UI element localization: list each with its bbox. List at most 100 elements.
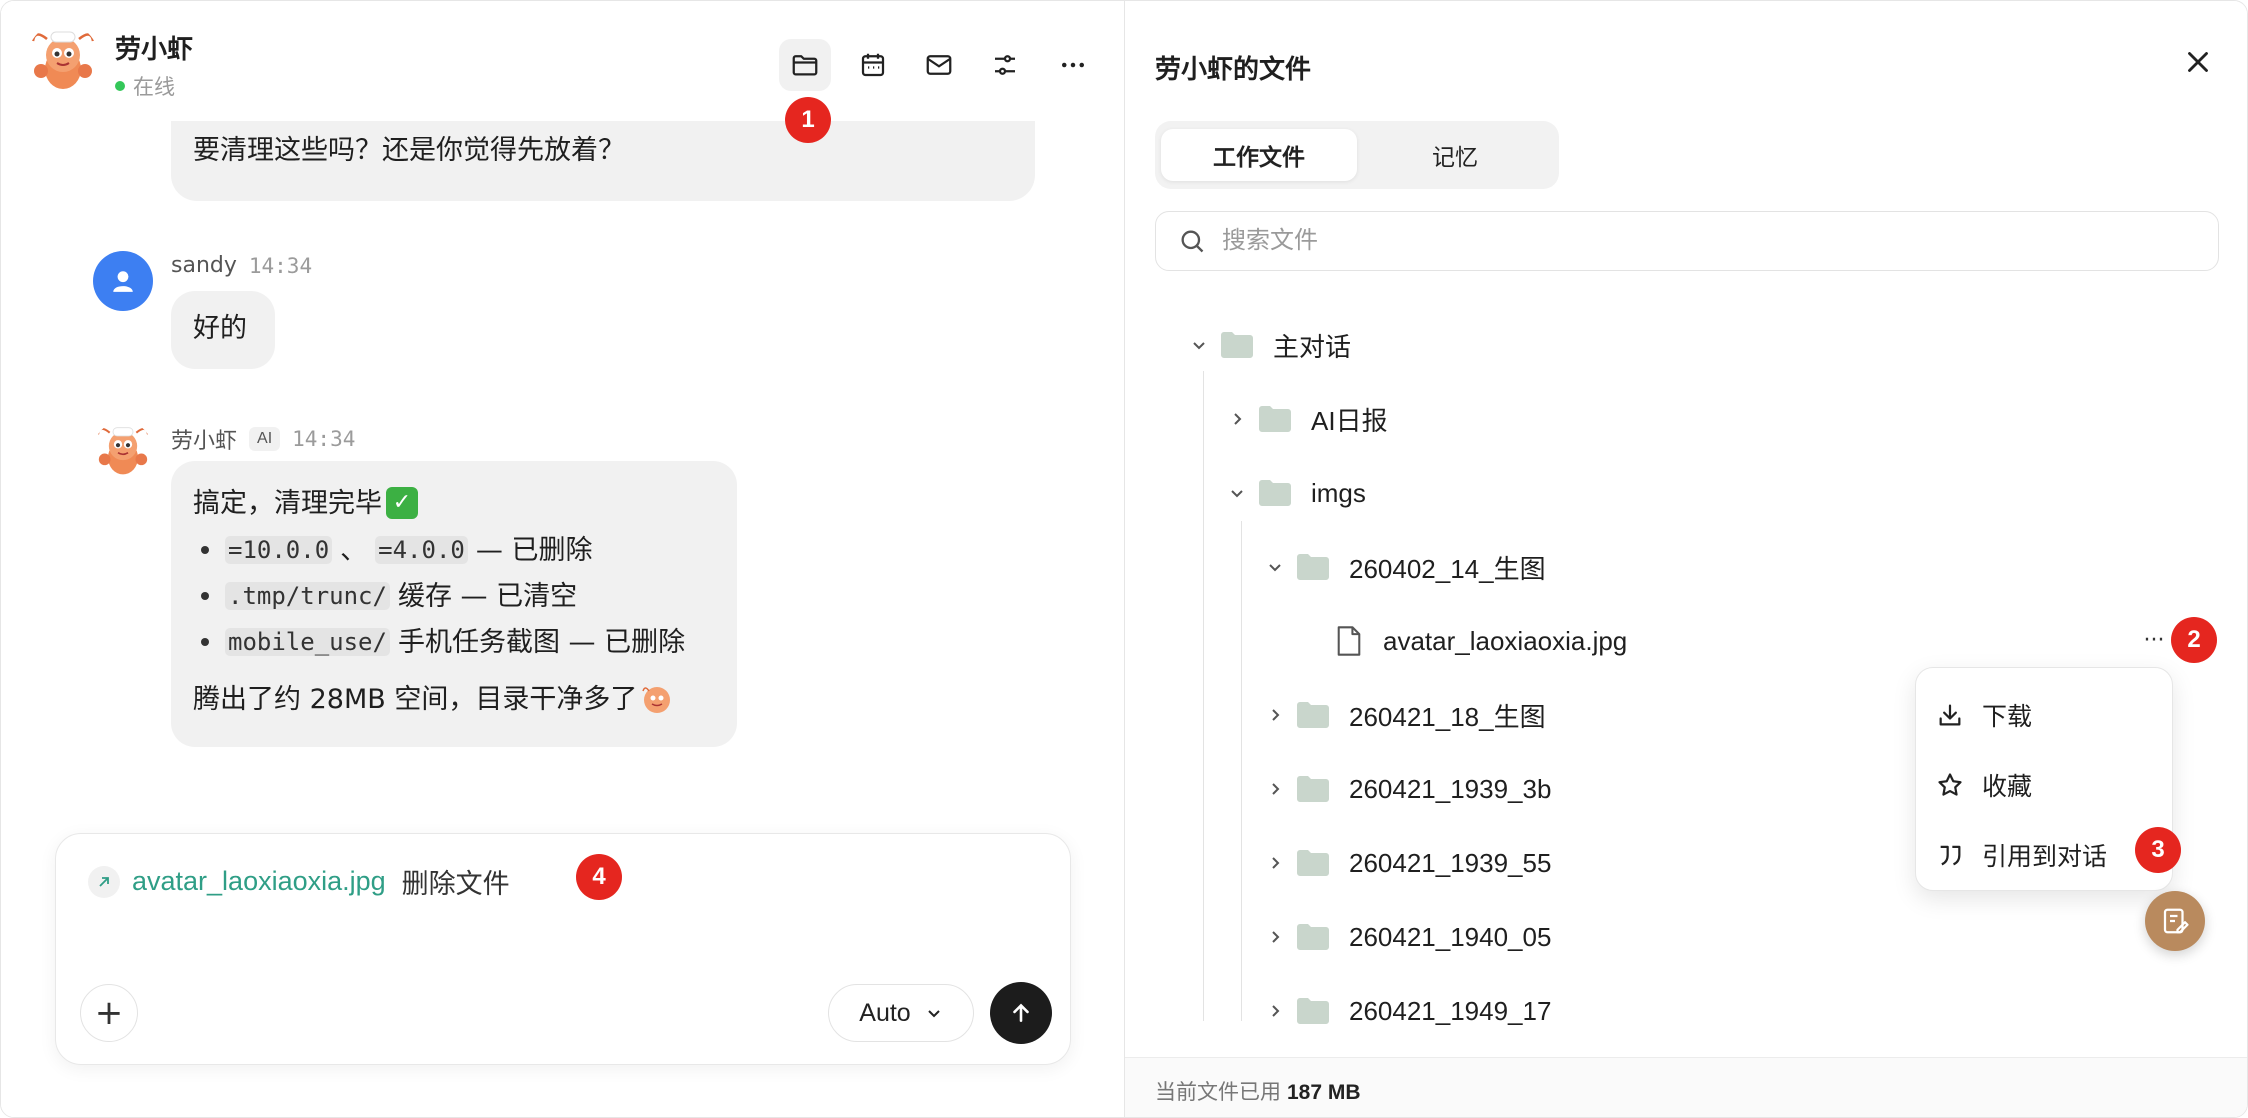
folder-icon: [1297, 776, 1329, 802]
tree-folder-row[interactable]: AI日报: [1223, 389, 1388, 449]
message-time: 14:34: [248, 253, 313, 278]
user-message-bubble: 好的: [171, 291, 275, 369]
inline-code: =4.0.0: [375, 536, 468, 564]
cleanup-list: =10.0.0、 =4.0.0 — 已删除 .tmp/trunc/ 缓存 — 已清…: [193, 527, 715, 665]
chevron-right-icon[interactable]: [1261, 997, 1289, 1025]
chevron-right-icon[interactable]: [1261, 775, 1289, 803]
user-icon: [113, 271, 133, 292]
menu-item-download[interactable]: 下载: [1936, 690, 2032, 740]
storage-label: 当前文件已用: [1155, 1080, 1281, 1104]
send-button[interactable]: [990, 982, 1052, 1044]
menu-item-quote-to-chat[interactable]: 引用到对话: [1936, 830, 2107, 880]
tree-guide-line: [1203, 371, 1204, 1021]
tree-folder-row[interactable]: 主对话: [1185, 315, 1351, 375]
ai-message-summary: 腾出了约 28MB 空间，目录干净多了: [193, 683, 715, 715]
search-input[interactable]: [1222, 227, 2122, 255]
tree-item-label: 260421_18_生图: [1349, 701, 1546, 732]
chevron-right-icon[interactable]: [1261, 701, 1289, 729]
chevron-down-icon[interactable]: [1261, 553, 1289, 581]
chevron-right-icon[interactable]: [1261, 923, 1289, 951]
file-search-box: [1155, 211, 2219, 271]
tree-folder-row[interactable]: 260421_1940_05: [1261, 907, 1551, 967]
floating-notes-button[interactable]: [2145, 891, 2205, 951]
tab-work-files[interactable]: 工作文件: [1161, 129, 1357, 181]
tree-folder-row[interactable]: 260421_18_生图: [1261, 685, 1546, 745]
tree-folder-row[interactable]: 260421_1939_55: [1261, 833, 1551, 893]
close-button[interactable]: [2181, 45, 2215, 79]
ai-name: 劳小虾: [171, 429, 238, 454]
sliders-icon: [995, 55, 1015, 75]
tree-item-label: 260421_1939_3b: [1349, 773, 1552, 804]
files-tab-switcher: 工作文件 记忆: [1155, 121, 1559, 189]
list-text: — 已删除: [475, 534, 593, 566]
files-panel-title: 劳小虾的文件: [1155, 55, 1312, 85]
chevron-right-icon[interactable]: [1261, 849, 1289, 877]
more-icon: [1062, 62, 1084, 68]
tab-memory[interactable]: 记忆: [1357, 129, 1553, 181]
bullet-icon: [201, 638, 209, 646]
tree-folder-row[interactable]: 260402_14_生图: [1261, 537, 1546, 597]
model-select[interactable]: Auto: [828, 984, 974, 1042]
ai-message-meta: 劳小虾 AI 14:34: [171, 423, 355, 455]
list-item: .tmp/trunc/ 缓存 — 已清空: [193, 573, 715, 619]
folder-icon: [1297, 850, 1329, 876]
close-icon: [2188, 52, 2208, 72]
tree-guide-line: [1241, 521, 1242, 1021]
more-button[interactable]: [1047, 39, 1099, 91]
link-arrow-icon: [88, 865, 120, 898]
agent-name: 劳小虾: [115, 35, 194, 65]
files-button[interactable]: [779, 39, 831, 91]
status-text: 在线: [133, 75, 175, 99]
calendar-button[interactable]: [847, 39, 899, 91]
bullet-icon: [201, 592, 209, 600]
star-icon: [1938, 773, 1962, 796]
tree-item-label: 主对话: [1273, 331, 1352, 362]
folder-icon: [1259, 480, 1291, 506]
annotation-badge-4: 4: [576, 854, 622, 900]
file-context-menu: 下载 收藏 引用到对话: [1915, 667, 2173, 891]
referenced-file-name: avatar_laoxiaoxia.jpg: [132, 866, 386, 896]
mail-button[interactable]: [913, 39, 965, 91]
folder-icon: [1297, 924, 1329, 950]
user-message-text: 好的: [193, 313, 247, 344]
file-reference-chip[interactable]: avatar_laoxiaoxia.jpg 删除文件: [88, 862, 510, 901]
annotation-badge-2: 2: [2171, 617, 2217, 663]
inline-code: =10.0.0: [225, 536, 333, 564]
download-icon: [1939, 704, 1961, 726]
file-more-button[interactable]: ···: [2139, 625, 2169, 655]
chevron-down-icon: [928, 1010, 940, 1018]
ai-avatar: [93, 421, 153, 481]
user-avatar: [93, 251, 153, 311]
bullet-icon: [201, 546, 209, 554]
summary-text: 腾出了约 28MB 空间，目录干净多了: [193, 683, 638, 715]
chevron-down-icon[interactable]: [1185, 331, 1213, 359]
chevron-down-icon[interactable]: [1223, 479, 1251, 507]
menu-item-favorite[interactable]: 收藏: [1936, 760, 2032, 810]
tree-folder-row[interactable]: imgs: [1223, 463, 1366, 523]
tree-file-row[interactable]: avatar_laoxiaoxia.jpg: [1335, 611, 1627, 671]
chat-header: 劳小虾 在线: [1, 1, 1124, 121]
menu-item-label: 引用到对话: [1982, 842, 2108, 871]
folder-icon: [1297, 702, 1329, 728]
shrimp-avatar-icon: [93, 421, 153, 481]
attach-button[interactable]: +: [80, 984, 138, 1042]
settings-button[interactable]: [979, 39, 1031, 91]
chevron-right-icon[interactable]: [1223, 405, 1251, 433]
tree-item-label: imgs: [1311, 477, 1366, 508]
folder-icon: [1297, 554, 1329, 580]
ai-message-bubble-previous: 要清理这些吗？还是你觉得先放着？: [171, 119, 1035, 201]
tree-folder-row[interactable]: 260421_1939_3b: [1261, 759, 1551, 819]
model-select-value: Auto: [859, 998, 911, 1027]
storage-usage: 当前文件已用 187 MB: [1155, 1076, 1361, 1106]
shrimp-avatar-icon: [27, 23, 99, 95]
files-panel: 劳小虾的文件 工作文件 记忆 主对话 AI日报 imgs: [1125, 1, 2247, 1117]
tree-item-label: 260421_1940_05: [1349, 921, 1552, 952]
folder-icon: [1297, 998, 1329, 1024]
plus-icon: +: [94, 993, 124, 1033]
files-footer: 当前文件已用 187 MB: [1125, 1057, 2247, 1117]
composer-text[interactable]: 删除文件: [402, 862, 510, 901]
annotation-badge-3: 3: [2135, 827, 2181, 873]
tree-folder-row[interactable]: 260421_1949_17: [1261, 981, 1551, 1041]
message-composer[interactable]: avatar_laoxiaoxia.jpg 删除文件 4 + Auto: [55, 833, 1071, 1065]
agent-status: 在线: [115, 71, 175, 101]
